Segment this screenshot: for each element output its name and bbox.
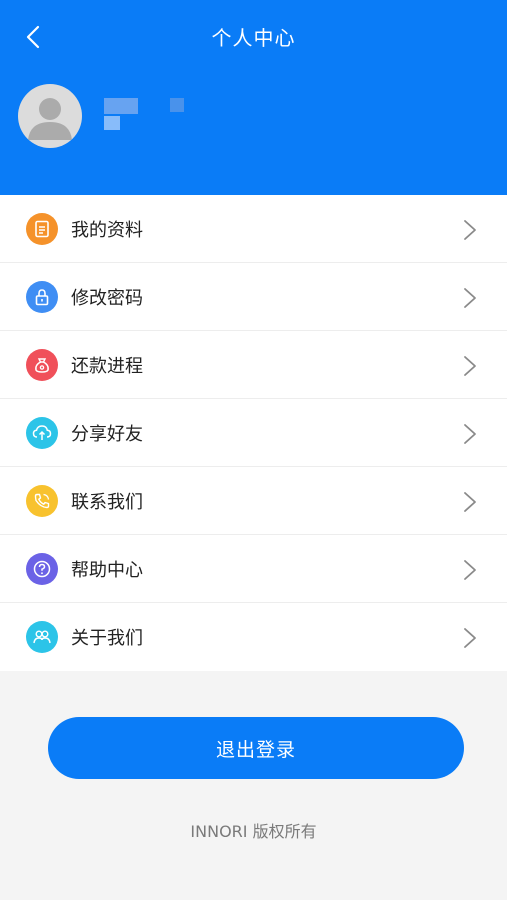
menu-item-profile[interactable]: 我的资料 [0, 195, 507, 263]
chevron-right-icon [464, 424, 476, 444]
phone-icon [26, 484, 58, 517]
copyright-text: INNORI 版权所有 [190, 822, 317, 841]
avatar[interactable] [18, 84, 82, 148]
share-cloud-icon [26, 416, 58, 449]
lock-icon [26, 280, 58, 313]
user-avatar-icon [28, 98, 72, 140]
chevron-right-icon [464, 220, 476, 240]
menu-item-label: 修改密码 [71, 287, 143, 309]
logout-button[interactable]: 退出登录 [48, 717, 464, 779]
menu-item-label: 帮助中心 [71, 559, 143, 581]
menu-item-repayment-progress[interactable]: 还款进程 [0, 331, 507, 399]
menu-item-about-us[interactable]: 关于我们 [0, 603, 507, 671]
menu-list: 我的资料 修改密码 还款进程 分享好友 联系我们 帮助中心 关于我们 [0, 195, 507, 671]
menu-item-share-friends[interactable]: 分享好友 [0, 399, 507, 467]
chevron-right-icon [464, 288, 476, 308]
menu-item-change-password[interactable]: 修改密码 [0, 263, 507, 331]
header-bar: 个人中心 [0, 0, 507, 195]
menu-item-help-center[interactable]: 帮助中心 [0, 535, 507, 603]
chevron-right-icon [464, 628, 476, 648]
chevron-right-icon [464, 492, 476, 512]
chevron-right-icon [464, 356, 476, 376]
menu-item-label: 联系我们 [71, 491, 143, 513]
chevron-right-icon [464, 560, 476, 580]
menu-item-contact-us[interactable]: 联系我们 [0, 467, 507, 535]
page-title: 个人中心 [211, 26, 296, 50]
masked-username [102, 94, 192, 134]
menu-item-label: 关于我们 [71, 628, 143, 649]
group-icon [26, 621, 58, 653]
menu-item-label: 分享好友 [71, 423, 143, 445]
help-icon [26, 552, 58, 585]
document-icon [26, 212, 58, 245]
menu-item-label: 我的资料 [71, 219, 143, 241]
menu-item-label: 还款进程 [71, 355, 143, 377]
money-bag-icon [26, 348, 58, 381]
